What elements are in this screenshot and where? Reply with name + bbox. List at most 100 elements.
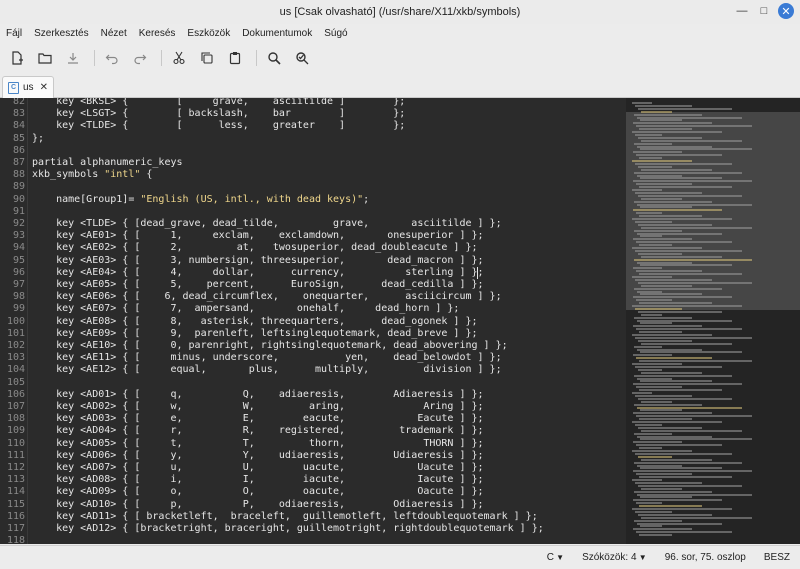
code-line[interactable]: 115 key <AD10> { [ p, P, odiaeresis, Odi… [0, 499, 626, 511]
minimap-line [635, 307, 682, 310]
language-selector[interactable]: C [547, 552, 564, 563]
code-line[interactable]: 92 key <TLDE> { [dead_grave, dead_tilde,… [0, 218, 626, 230]
minimap-line [639, 534, 672, 537]
minimap-line [636, 125, 752, 128]
code-line[interactable]: 95 key <AE03> { [ 3, numbersign, threesu… [0, 255, 626, 267]
code-line[interactable]: 101 key <AE09> { [ 9, parenleft, leftsin… [0, 328, 626, 340]
code-line[interactable]: 93 key <AE01> { [ 1, exclam, exclamdown,… [0, 230, 626, 242]
code-line[interactable]: 87 partial alphanumeric_keys [0, 157, 626, 169]
code-line[interactable]: 105 [0, 377, 626, 389]
line-number: 83 [12, 108, 25, 120]
line-text: key <AD03> { [ e, E, eacute, Eacute ] }; [32, 413, 484, 425]
code-line[interactable]: 106 key <AD01> { [ q, Q, adiaeresis, Adi… [0, 389, 626, 401]
tab-close-icon[interactable]: ✕ [40, 82, 48, 93]
minimap-line [639, 331, 682, 334]
code-line[interactable]: 118 [0, 535, 626, 544]
minimap-line [639, 360, 752, 363]
minimap-line [639, 447, 662, 450]
code-line[interactable]: 104 key <AE12> { [ equal, plus, multiply… [0, 364, 626, 376]
minimap-line [638, 223, 712, 226]
minimize-icon[interactable]: — [734, 3, 750, 19]
save-icon[interactable] [62, 47, 84, 69]
tab-us[interactable]: C us ✕ [2, 76, 54, 98]
minimap-line [641, 139, 742, 142]
code-line[interactable]: 84 key <TLDE> { [ less, greater ] }; [0, 120, 626, 132]
code-line[interactable]: 90 name[Group1]= "English (US, intl., wi… [0, 194, 626, 206]
code-line[interactable]: 109 key <AD04> { [ r, R, registered, tra… [0, 425, 626, 437]
minimap-line [633, 151, 682, 154]
line-text: partial alphanumeric_keys [32, 157, 183, 168]
menu-help[interactable]: Súgó [324, 28, 347, 39]
code-line[interactable]: 111 key <AD06> { [ y, Y, udiaeresis, Udi… [0, 450, 626, 462]
close-window-icon[interactable]: ✕ [778, 3, 794, 19]
code-line[interactable]: 96 key <AE04> { [ 4, dollar, currency, s… [0, 267, 626, 279]
line-number: 84 [12, 120, 25, 132]
menu-view[interactable]: Nézet [101, 28, 127, 39]
code-line[interactable]: 108 key <AD03> { [ e, E, eacute, Eacute … [0, 413, 626, 425]
minimap-line [636, 444, 722, 447]
code-line[interactable]: 98 key <AE06> { [ 6, dead_circumflex, on… [0, 291, 626, 303]
code-line[interactable]: 112 key <AD07> { [ u, U, uacute, Uacute … [0, 462, 626, 474]
minimap-line [640, 496, 692, 499]
replace-icon[interactable] [291, 47, 313, 69]
minimap-line [634, 171, 742, 174]
line-text: key <AD05> { [ t, T, thorn, THORN ] }; [32, 437, 484, 449]
c-file-icon: C [8, 81, 19, 94]
status-bar: C Szóközök: 4 96. sor, 75. oszlop BESZ [0, 545, 800, 569]
minimap[interactable] [626, 98, 800, 544]
code-line[interactable]: 100 key <AE08> { [ 8, asterisk, threequa… [0, 316, 626, 328]
menu-documents[interactable]: Dokumentumok [242, 28, 312, 39]
code-line[interactable]: 83 key <LSGT> { [ backslash, bar ] }; [0, 108, 626, 120]
minimap-line [636, 183, 692, 186]
minimap-line [637, 290, 662, 293]
minimap-line [640, 438, 752, 441]
open-folder-icon[interactable] [34, 47, 56, 69]
code-line[interactable]: 86 [0, 145, 626, 157]
cut-icon[interactable] [168, 47, 190, 69]
minimap-line [641, 516, 752, 519]
menu-file[interactable]: Fájl [6, 28, 22, 39]
code-line[interactable]: 114 key <AD09> { [ o, O, oacute, Oacute … [0, 486, 626, 498]
code-line[interactable]: 102 key <AE10> { [ 0, parenright, rights… [0, 340, 626, 352]
code-line[interactable]: 89 [0, 181, 626, 193]
code-line[interactable]: 82 key <BKSL> { [ grave, asciitilde ] }; [0, 98, 626, 108]
code-line[interactable]: 107 key <AD02> { [ w, W, aring, Aring ] … [0, 401, 626, 413]
code-line[interactable]: 116 key <AD11> { [ bracketleft, bracelef… [0, 511, 626, 523]
code-line[interactable]: 103 key <AE11> { [ minus, underscore, ye… [0, 352, 626, 364]
search-icon[interactable] [263, 47, 285, 69]
minimap-line [639, 244, 672, 247]
maximize-icon[interactable]: □ [756, 3, 772, 19]
minimap-line [637, 145, 712, 148]
minimap-line [641, 342, 732, 345]
menu-tools[interactable]: Eszközök [187, 28, 230, 39]
minimap-line [636, 299, 672, 302]
code-line[interactable]: 97 key <AE05> { [ 5, percent, EuroSign, … [0, 279, 626, 291]
insert-mode-indicator[interactable]: BESZ [764, 552, 790, 563]
menu-search[interactable]: Keresés [139, 28, 176, 39]
code-line[interactable]: 94 key <AE02> { [ 2, at, twosuperior, de… [0, 242, 626, 254]
redo-icon[interactable] [129, 47, 151, 69]
code-line[interactable]: 113 key <AD08> { [ i, I, iacute, Iacute … [0, 474, 626, 486]
indent-selector[interactable]: Szóközök: 4 [582, 552, 647, 563]
paste-icon[interactable] [224, 47, 246, 69]
minimap-line [633, 383, 742, 386]
code-line[interactable]: 117 key <AD12> { [bracketright, bracerig… [0, 523, 626, 535]
code-line[interactable]: 99 key <AE07> { [ 7, ampersand, onehalf,… [0, 303, 626, 315]
minimap-line [640, 264, 732, 267]
code-line[interactable]: 91 [0, 206, 626, 218]
undo-icon[interactable] [101, 47, 123, 69]
minimap-line [640, 206, 692, 209]
menu-edit[interactable]: Szerkesztés [34, 28, 88, 39]
new-document-icon[interactable] [6, 47, 28, 69]
code-token: xkb_symbols [32, 169, 105, 181]
minimap-line [639, 186, 732, 189]
minimap-line [637, 522, 722, 525]
code-editor[interactable]: 82 key <BKSL> { [ grave, asciitilde ] };… [0, 98, 626, 544]
code-line[interactable]: 88 xkb_symbols "intl" { [0, 169, 626, 181]
code-line[interactable]: 110 key <AD05> { [ t, T, thorn, THORN ] … [0, 438, 626, 450]
code-line[interactable]: 85}; [0, 133, 626, 145]
line-text: key <TLDE> { [dead_grave, dead_tilde, gr… [32, 218, 502, 229]
minimap-line [637, 406, 742, 409]
copy-icon[interactable] [196, 47, 218, 69]
minimap-line [639, 302, 712, 305]
